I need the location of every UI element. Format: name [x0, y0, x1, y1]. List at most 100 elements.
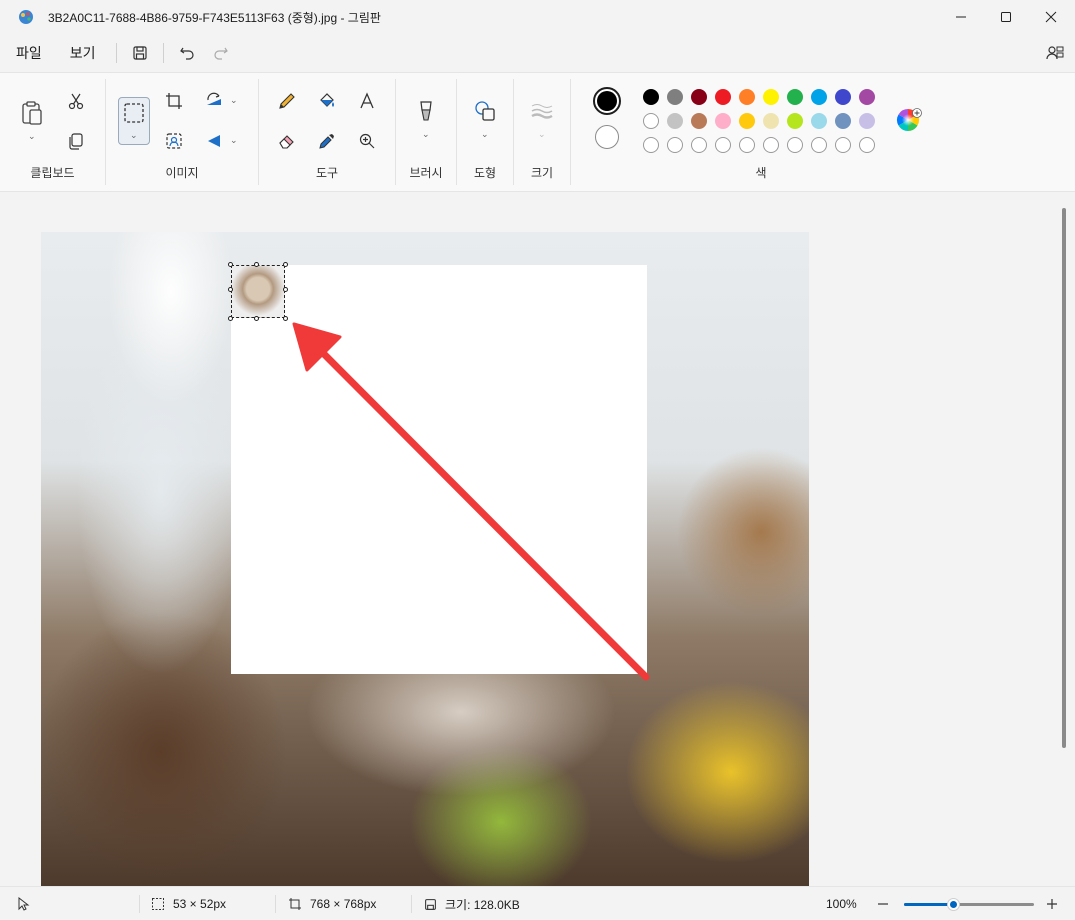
undo-icon	[179, 47, 194, 60]
fill-button[interactable]	[311, 85, 343, 117]
chevron-down-icon[interactable]: ⌄	[28, 131, 36, 142]
brush-button[interactable]	[410, 95, 442, 127]
edit-colors-button[interactable]	[893, 105, 925, 137]
color-swatch[interactable]	[763, 113, 779, 129]
cut-button[interactable]	[60, 85, 92, 117]
chevron-down-icon[interactable]: ⌄	[538, 129, 546, 140]
redo-icon	[213, 47, 228, 60]
chevron-down-icon[interactable]: ⌄	[230, 135, 238, 146]
account-button[interactable]	[1038, 38, 1072, 68]
paste-icon	[22, 101, 42, 125]
tools-label: 도구	[315, 166, 339, 180]
canvas-size: 768 × 768px	[288, 887, 376, 920]
zoom-slider-thumb[interactable]	[947, 898, 961, 911]
color-swatch[interactable]	[739, 89, 755, 105]
custom-color-slot[interactable]	[739, 137, 755, 153]
custom-color-slot[interactable]	[811, 137, 827, 153]
status-divider	[411, 895, 412, 913]
shapes-label: 도형	[473, 166, 497, 180]
color-swatch[interactable]	[835, 113, 851, 129]
status-bar: 53 × 52px 768 × 768px 크기: 128.0KB 100%	[0, 886, 1075, 920]
zoom-slider[interactable]	[904, 898, 1034, 911]
custom-color-slot[interactable]	[787, 137, 803, 153]
copy-button[interactable]	[60, 125, 92, 157]
text-button[interactable]	[351, 85, 383, 117]
selection-size-icon	[152, 898, 164, 910]
remove-background-icon	[166, 133, 182, 149]
size-button[interactable]	[526, 95, 558, 127]
brush-group: ⌄ 브러시	[396, 73, 456, 191]
custom-color-slot[interactable]	[859, 137, 875, 153]
color-swatch[interactable]	[643, 89, 659, 105]
color-swatch[interactable]	[691, 113, 707, 129]
paste-button[interactable]	[16, 97, 48, 129]
minus-icon	[878, 903, 888, 905]
custom-color-slot[interactable]	[835, 137, 851, 153]
status-divider	[275, 895, 276, 913]
menu-bar: 파일 보기	[0, 34, 1075, 72]
selection-size: 53 × 52px	[151, 887, 226, 920]
custom-color-slot[interactable]	[643, 137, 659, 153]
menu-view[interactable]: 보기	[56, 38, 110, 68]
size-group: ⌄ 크기	[514, 73, 570, 191]
color-swatch[interactable]	[715, 89, 731, 105]
paint-app-icon	[19, 10, 33, 24]
chevron-down-icon[interactable]: ⌄	[481, 129, 489, 140]
color-swatch[interactable]	[787, 113, 803, 129]
zoom-out-button[interactable]	[877, 887, 889, 920]
canvas-area[interactable]	[0, 192, 1075, 886]
minimize-button[interactable]	[938, 0, 984, 34]
color-swatch[interactable]	[811, 89, 827, 105]
magnifier-icon	[359, 133, 375, 149]
redo-button[interactable]	[204, 38, 238, 68]
custom-color-slot[interactable]	[715, 137, 731, 153]
vertical-scrollbar[interactable]	[1062, 208, 1066, 748]
canvas-size-text: 768 × 768px	[310, 897, 377, 911]
color-swatch[interactable]	[667, 113, 683, 129]
color-swatch[interactable]	[859, 89, 875, 105]
custom-color-slot[interactable]	[667, 137, 683, 153]
colors-group: 색	[571, 73, 951, 191]
window-title: 3B2A0C11-7688-4B86-9759-F743E5113F63 (중형…	[48, 10, 381, 25]
pencil-button[interactable]	[271, 85, 303, 117]
shapes-icon	[475, 101, 495, 121]
crop-button[interactable]	[158, 85, 190, 117]
menu-file[interactable]: 파일	[2, 38, 56, 68]
magnifier-button[interactable]	[351, 125, 383, 157]
color-picker-button[interactable]	[311, 125, 343, 157]
eraser-button[interactable]	[271, 125, 303, 157]
color-swatch[interactable]	[859, 113, 875, 129]
color-swatch[interactable]	[811, 113, 827, 129]
color-picker-icon	[319, 134, 334, 149]
pointer-position	[16, 887, 30, 920]
rotate-button[interactable]	[198, 85, 230, 117]
primary-color[interactable]	[593, 87, 621, 115]
remove-background-button[interactable]	[158, 125, 190, 157]
zoom-level[interactable]: 100%	[826, 887, 857, 920]
size-label: 크기	[530, 166, 554, 180]
color-swatch[interactable]	[787, 89, 803, 105]
flip-button[interactable]	[198, 125, 230, 157]
color-swatch[interactable]	[835, 89, 851, 105]
color-swatch[interactable]	[739, 113, 755, 129]
save-button[interactable]	[123, 38, 157, 68]
shapes-button[interactable]	[469, 95, 501, 127]
secondary-color[interactable]	[595, 125, 619, 149]
color-swatch[interactable]	[667, 89, 683, 105]
maximize-icon	[1001, 12, 1011, 22]
select-button[interactable]: ⌄	[118, 97, 150, 145]
close-button[interactable]	[1028, 0, 1074, 34]
zoom-in-button[interactable]	[1046, 887, 1058, 920]
color-swatch[interactable]	[763, 89, 779, 105]
color-swatch[interactable]	[715, 113, 731, 129]
custom-color-slot[interactable]	[763, 137, 779, 153]
chevron-down-icon[interactable]: ⌄	[422, 129, 430, 140]
text-icon	[360, 92, 374, 109]
color-swatch[interactable]	[691, 89, 707, 105]
image-label: 이미지	[165, 166, 199, 180]
color-swatch[interactable]	[643, 113, 659, 129]
chevron-down-icon[interactable]: ⌄	[230, 95, 238, 106]
custom-color-slot[interactable]	[691, 137, 707, 153]
maximize-button[interactable]	[983, 0, 1029, 34]
undo-button[interactable]	[170, 38, 204, 68]
